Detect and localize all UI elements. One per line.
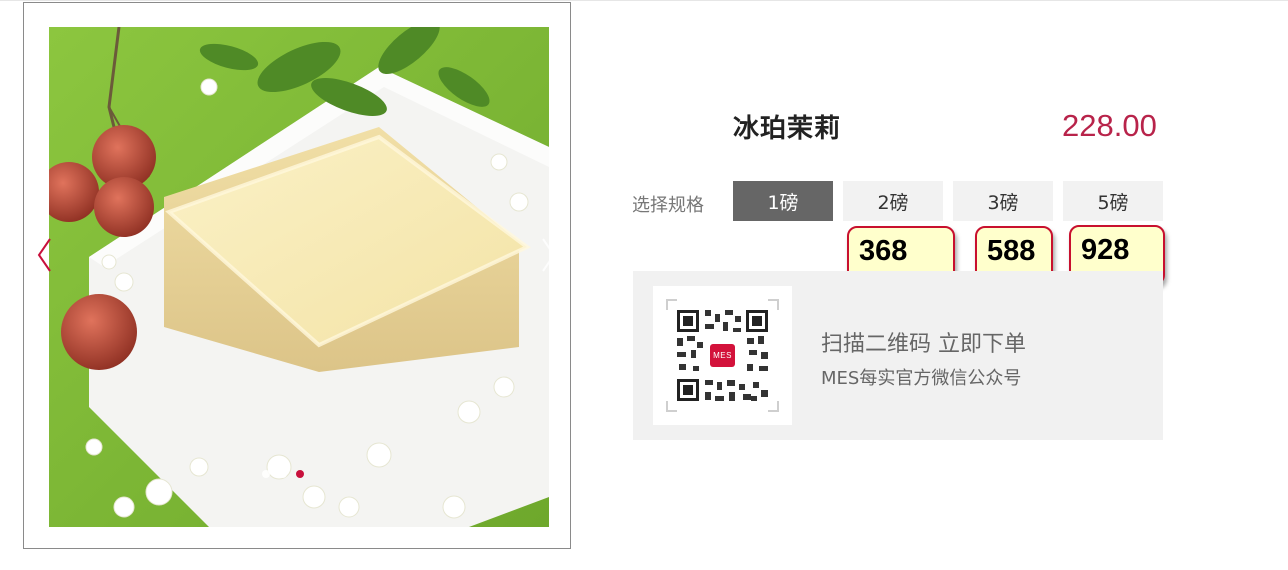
spec-option-5[interactable]: 5磅 (1063, 181, 1163, 221)
spec-option-1[interactable]: 1磅 (733, 181, 833, 221)
gallery-prev-button[interactable] (31, 237, 57, 277)
top-divider (0, 0, 1288, 1)
product-gallery (23, 2, 571, 549)
spec-option-3[interactable]: 3磅 (953, 181, 1053, 221)
product-price: 228.00 (1062, 108, 1157, 143)
chevron-right-icon (541, 237, 557, 277)
gallery-dot-active[interactable] (296, 470, 304, 478)
qr-account-name: MES每实官方微信公众号 (821, 368, 1022, 389)
gallery-pagination (262, 470, 304, 478)
qr-code: MES (653, 286, 792, 425)
gallery-next-button[interactable] (536, 237, 562, 277)
gallery-dot[interactable] (279, 470, 287, 478)
spec-option-2[interactable]: 2磅 (843, 181, 943, 221)
chevron-left-icon (36, 237, 52, 277)
qr-instruction: 扫描二维码 立即下单 (821, 332, 1026, 357)
qr-panel: MES 扫描二维码 立即下单 MES每实官方微信公众号 (633, 271, 1163, 440)
product-title: 冰珀茉莉 (733, 114, 842, 144)
qr-badge-label: MES (713, 351, 732, 360)
gallery-dot[interactable] (262, 470, 270, 478)
spec-label: 选择规格 (632, 195, 704, 216)
product-photo (49, 27, 549, 527)
